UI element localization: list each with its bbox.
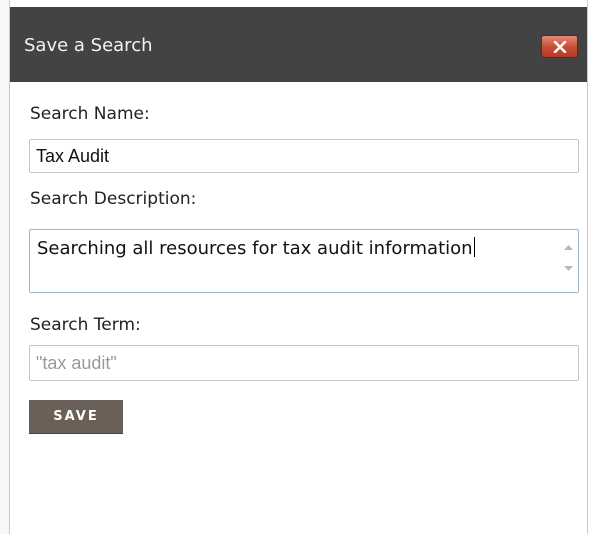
dialog-title: Save a Search bbox=[24, 35, 153, 56]
save-button[interactable]: SAVE bbox=[29, 400, 123, 434]
search-description-value: Searching all resources for tax audit in… bbox=[37, 237, 537, 260]
search-description-label: Search Description: bbox=[30, 189, 197, 209]
search-term-placeholder: "tax audit" bbox=[36, 353, 117, 373]
scroll-down-arrow-icon[interactable] bbox=[564, 266, 573, 272]
save-search-dialog: Save a Search Search Name: Tax Audit Sea… bbox=[9, 0, 588, 534]
scroll-up-arrow-icon[interactable] bbox=[564, 244, 573, 250]
search-name-input[interactable]: Tax Audit bbox=[29, 139, 579, 173]
text-caret bbox=[473, 237, 476, 257]
search-name-label: Search Name: bbox=[30, 104, 150, 124]
dialog-titlebar: Save a Search bbox=[10, 7, 587, 82]
search-name-value: Tax Audit bbox=[36, 146, 110, 166]
close-button[interactable] bbox=[541, 35, 578, 58]
search-term-input[interactable]: "tax audit" bbox=[29, 345, 579, 381]
close-x-icon bbox=[553, 41, 567, 53]
textarea-scrollbar[interactable] bbox=[560, 231, 577, 285]
search-description-textarea[interactable]: Searching all resources for tax audit in… bbox=[29, 229, 579, 293]
search-term-label: Search Term: bbox=[30, 315, 141, 335]
